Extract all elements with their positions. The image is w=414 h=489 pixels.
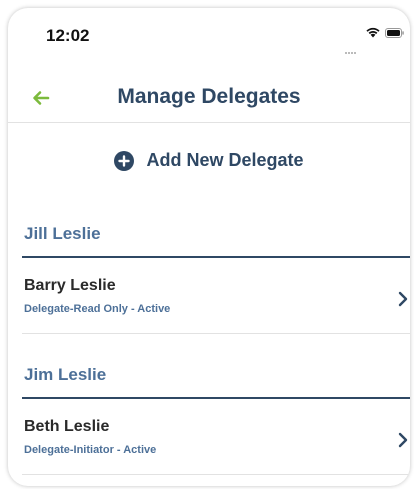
- status-bar: 12:02: [8, 8, 410, 56]
- row-divider: [22, 333, 410, 334]
- chevron-right-icon: [398, 432, 408, 448]
- add-button-label: Add New Delegate: [146, 150, 304, 170]
- delegate-status: Delegate-Initiator - Active: [24, 444, 157, 456]
- delegate-row[interactable]: Beth Leslie Delegate-Initiator - Active: [8, 410, 410, 474]
- delegate-name: Barry Leslie: [24, 277, 116, 294]
- nav-divider: [8, 122, 410, 123]
- status-time: 12:02: [46, 26, 90, 45]
- group-divider: [22, 397, 410, 399]
- row-divider: [22, 474, 410, 475]
- group-divider: [22, 256, 410, 258]
- battery-icon: [385, 28, 404, 38]
- signal-icon: [345, 36, 361, 54]
- chevron-right-icon: [398, 291, 408, 307]
- delegate-row[interactable]: Barry Leslie Delegate-Read Only - Active: [8, 269, 410, 333]
- phone-screen: 12:02 Manage Delegates Add New Delegate …: [8, 8, 410, 486]
- add-new-delegate-button[interactable]: Add New Delegate: [8, 150, 410, 184]
- page-title: Manage Delegates: [117, 85, 301, 108]
- nav-bar: Manage Delegates: [8, 75, 410, 123]
- add-button-content: Add New Delegate: [114, 150, 304, 171]
- delegate-status: Delegate-Read Only - Active: [24, 303, 171, 315]
- plus-circle-icon: [114, 150, 135, 171]
- wifi-icon: [366, 27, 380, 38]
- group-header-owner: Jim Leslie: [24, 365, 107, 384]
- group-header-owner: Jill Leslie: [24, 224, 101, 243]
- delegate-name: Beth Leslie: [24, 418, 110, 435]
